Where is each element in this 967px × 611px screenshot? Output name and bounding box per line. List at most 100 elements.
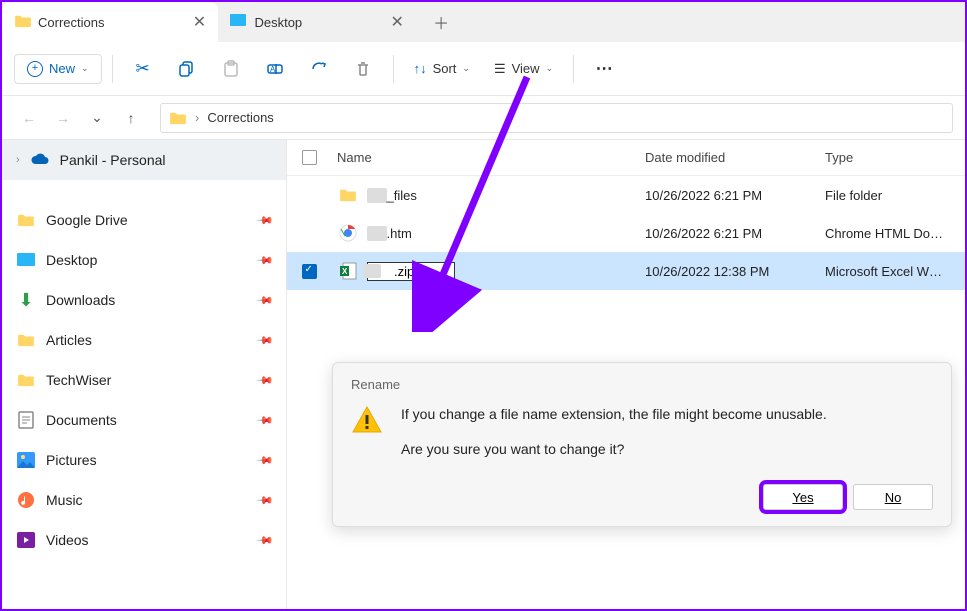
copy-icon[interactable] [167, 49, 207, 89]
sidebar-label: Documents [46, 412, 117, 428]
column-header: Name Date modified Type [287, 140, 965, 176]
sidebar-item-desktop[interactable]: Desktop 📌 [2, 240, 286, 280]
sidebar-label: Videos [46, 532, 89, 548]
breadcrumb-sep: › [195, 110, 199, 125]
separator [573, 55, 574, 83]
music-icon [16, 490, 36, 510]
share-icon[interactable] [299, 49, 339, 89]
cut-icon[interactable]: ✂ [123, 49, 163, 89]
pictures-icon [16, 450, 36, 470]
cloud-icon [30, 150, 50, 170]
pin-icon: 📌 [256, 291, 275, 310]
separator [2, 180, 286, 200]
svg-text:X: X [342, 267, 348, 276]
rename-icon[interactable]: A [255, 49, 295, 89]
sidebar-label: Downloads [46, 292, 115, 308]
dialog-text: If you change a file name extension, the… [401, 404, 827, 474]
col-date[interactable]: Date modified [645, 150, 825, 165]
dialog-line1: If you change a file name extension, the… [401, 404, 827, 425]
chrome-icon [337, 222, 359, 244]
rename-dialog: Rename If you change a file name extensi… [332, 362, 952, 527]
new-label: New [49, 61, 75, 76]
file-date: 10/26/2022 12:38 PM [645, 264, 825, 279]
sidebar-item-downloads[interactable]: ⬇ Downloads 📌 [2, 280, 286, 320]
svg-text:A: A [270, 65, 276, 74]
downloads-icon: ⬇ [16, 290, 36, 310]
view-icon: ☰ [494, 61, 506, 77]
col-type[interactable]: Type [825, 150, 965, 165]
sidebar-label: Music [46, 492, 83, 508]
up-icon[interactable]: ↑ [116, 103, 146, 133]
toolbar: + New ⌄ ✂ A ↑↓ Sort ⌄ ☰ View ⌄ ⋯ [2, 42, 965, 96]
sidebar-item-articles[interactable]: Articles 📌 [2, 320, 286, 360]
dialog-line2: Are you sure you want to change it? [401, 439, 827, 460]
chevron-down-icon: ⌄ [81, 63, 89, 74]
sidebar-item-google-drive[interactable]: Google Drive 📌 [2, 200, 286, 240]
file-type: Chrome HTML Do… [825, 226, 965, 241]
sidebar-item-onedrive[interactable]: › Pankil - Personal [2, 140, 286, 180]
new-button[interactable]: + New ⌄ [14, 54, 102, 84]
desktop-icon [16, 250, 36, 270]
dialog-title: Rename [351, 377, 933, 392]
pin-icon: 📌 [256, 371, 275, 390]
breadcrumb: Corrections [207, 110, 273, 125]
col-name[interactable]: Name [331, 150, 645, 165]
back-icon[interactable]: ← [14, 103, 44, 133]
sidebar-label: Articles [46, 332, 92, 348]
pin-icon: 📌 [256, 491, 275, 510]
tab-desktop[interactable]: Desktop ✕ [218, 2, 416, 42]
paste-icon[interactable] [211, 49, 251, 89]
documents-icon [16, 410, 36, 430]
videos-icon [16, 530, 36, 550]
excel-icon: X [337, 260, 359, 282]
yes-button[interactable]: Yes [763, 484, 843, 510]
folder-icon [337, 184, 359, 206]
file-row[interactable]: xxx_files 10/26/2022 6:21 PM File folder [287, 176, 965, 214]
tab-title: Corrections [38, 15, 104, 30]
sidebar-item-music[interactable]: Music 📌 [2, 480, 286, 520]
chevron-down-icon: ⌄ [546, 63, 554, 74]
file-date: 10/26/2022 6:21 PM [645, 226, 825, 241]
sidebar-label: Pankil - Personal [60, 152, 166, 168]
tab-corrections[interactable]: Corrections ✕ [2, 2, 218, 42]
sidebar-label: Desktop [46, 252, 97, 268]
file-row-selected[interactable]: X xxx 10/26/2022 12:38 PM Microsoft Exce… [287, 252, 965, 290]
sidebar-item-techwiser[interactable]: TechWiser 📌 [2, 360, 286, 400]
file-type: File folder [825, 188, 965, 203]
view-button[interactable]: ☰ View ⌄ [484, 61, 563, 77]
forward-icon[interactable]: → [48, 103, 78, 133]
plus-icon: + [27, 61, 43, 77]
folder-icon [169, 111, 187, 125]
delete-icon[interactable] [343, 49, 383, 89]
folder-icon [14, 14, 30, 30]
close-icon[interactable]: ✕ [390, 15, 404, 29]
sort-button[interactable]: ↑↓ Sort ⌄ [404, 61, 480, 76]
sidebar-item-documents[interactable]: Documents 📌 [2, 400, 286, 440]
pin-icon: 📌 [256, 531, 275, 550]
address-bar[interactable]: › Corrections [160, 103, 953, 133]
warning-icon [351, 404, 383, 436]
no-button[interactable]: No [853, 484, 933, 510]
pin-icon: 📌 [256, 211, 275, 230]
sort-icon: ↑↓ [414, 61, 427, 76]
folder-icon [16, 370, 36, 390]
desktop-icon [230, 14, 246, 30]
nav-bar: ← → ⌄ ↑ › Corrections [2, 96, 965, 140]
file-row[interactable]: xxx.htm 10/26/2022 6:21 PM Chrome HTML D… [287, 214, 965, 252]
checkbox-icon[interactable] [302, 264, 317, 279]
pin-icon: 📌 [256, 451, 275, 470]
recent-icon[interactable]: ⌄ [82, 103, 112, 133]
select-all[interactable] [287, 150, 331, 165]
new-tab-button[interactable]: ＋ [426, 10, 456, 34]
sidebar-item-pictures[interactable]: Pictures 📌 [2, 440, 286, 480]
more-icon[interactable]: ⋯ [584, 49, 624, 89]
chevron-down-icon: ⌄ [462, 63, 470, 74]
separator [112, 55, 113, 83]
sidebar-item-videos[interactable]: Videos 📌 [2, 520, 286, 560]
tab-strip: Corrections ✕ Desktop ✕ ＋ [2, 2, 965, 42]
file-type: Microsoft Excel W… [825, 264, 965, 279]
view-label: View [512, 61, 540, 76]
file-name: .htm [387, 226, 412, 241]
folder-icon [16, 210, 36, 230]
close-icon[interactable]: ✕ [192, 15, 206, 29]
